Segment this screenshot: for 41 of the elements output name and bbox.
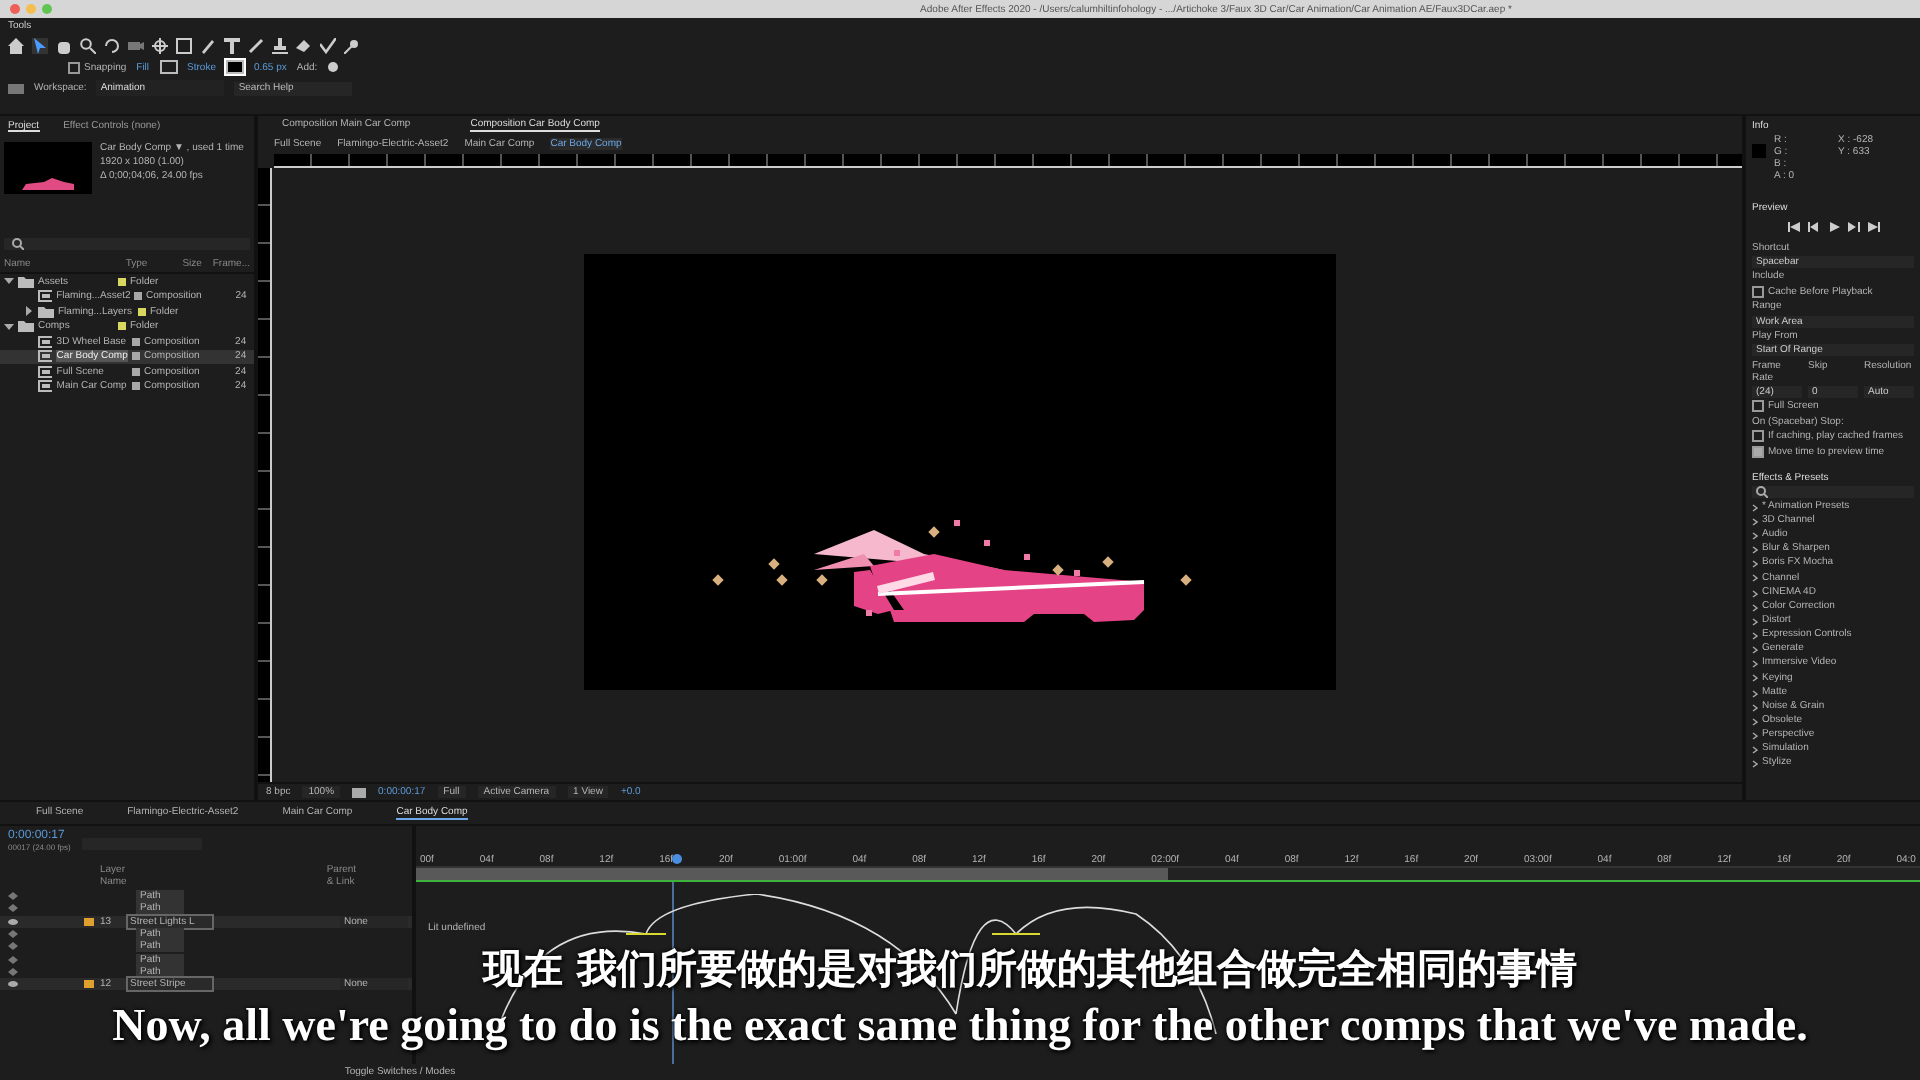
composition-icon — [37, 290, 53, 303]
first-frame-icon[interactable] — [1787, 222, 1799, 233]
pointer-icon[interactable] — [32, 38, 48, 54]
search-icon — [12, 238, 24, 250]
previous-frame-icon[interactable] — [1807, 222, 1819, 233]
effects-search-field[interactable] — [1752, 486, 1914, 499]
chevron-down-icon[interactable] — [4, 276, 14, 287]
checkbox[interactable] — [68, 61, 80, 73]
type-icon[interactable] — [224, 38, 240, 54]
stamp-icon[interactable] — [272, 38, 288, 54]
anchor-point-icon[interactable] — [152, 38, 168, 54]
stroke-swatch[interactable] — [225, 60, 244, 74]
color-swatch — [1752, 144, 1766, 159]
rotate-icon[interactable] — [104, 38, 120, 54]
chevron-right-icon[interactable] — [24, 306, 34, 317]
folder-icon — [18, 275, 34, 288]
play-icon[interactable] — [1827, 222, 1839, 233]
chevron-down-icon[interactable] — [4, 321, 14, 332]
home-icon[interactable] — [8, 38, 24, 54]
add-icon[interactable] — [327, 62, 338, 72]
search-icon — [1756, 486, 1768, 499]
checkbox[interactable] — [1752, 445, 1764, 458]
checkbox[interactable] — [1752, 400, 1764, 413]
fill-swatch[interactable] — [159, 60, 178, 74]
workspace-icon[interactable] — [8, 83, 24, 93]
eye-icon[interactable] — [8, 980, 18, 989]
eye-icon[interactable] — [8, 917, 18, 926]
project-search-field[interactable] — [4, 238, 250, 250]
checkbox[interactable] — [1752, 430, 1764, 443]
label-color — [84, 917, 94, 926]
zoom-icon[interactable] — [80, 38, 96, 54]
pin-icon[interactable] — [344, 38, 360, 54]
next-frame-icon[interactable] — [1847, 222, 1859, 233]
composition-thumbnail — [4, 142, 92, 194]
checkbox[interactable] — [1752, 285, 1764, 298]
camera-snapshot-icon[interactable] — [352, 786, 367, 798]
playhead[interactable] — [671, 854, 682, 864]
label-color — [84, 980, 94, 989]
rectangle-icon[interactable] — [176, 38, 192, 54]
last-frame-icon[interactable] — [1867, 222, 1879, 233]
camera-icon[interactable] — [128, 38, 144, 54]
